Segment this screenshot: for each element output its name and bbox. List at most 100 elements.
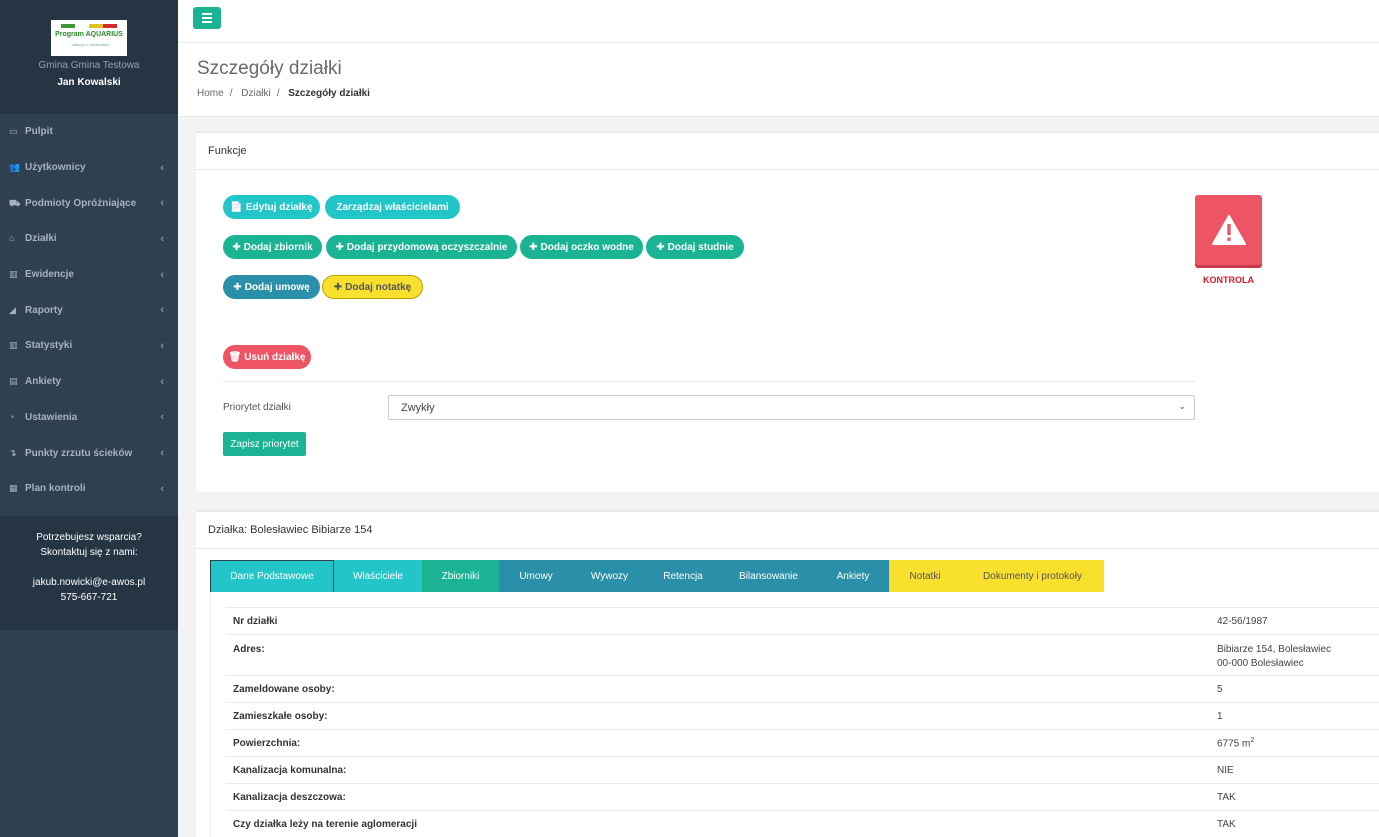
breadcrumb-current: Szczegóły działki — [288, 88, 370, 99]
row-key: Nr działki — [226, 607, 1210, 635]
tab-6[interactable]: Bilansowanie — [720, 560, 817, 592]
tab-1[interactable]: Właściciele — [334, 560, 422, 592]
chevron-left-icon: ‹ — [160, 232, 164, 245]
tab-0[interactable]: Dane Podstawowe — [210, 560, 334, 592]
sidebar-item-label: Pulpit — [25, 126, 53, 138]
sidebar: Program AQUARIUS ...dbamy o środowisko G… — [0, 0, 178, 837]
dashboard-icon: ◔ — [9, 411, 15, 422]
sidebar-nav: ▭ Pulpit 👥 Użytkownicy ‹ ⛟ Podmioty Opróżniają… — [0, 114, 178, 507]
add-well-button[interactable]: ✚ Dodaj studnie — [646, 235, 744, 259]
add-pond-button[interactable]: ✚ Dodaj oczko wodne — [520, 235, 643, 259]
sidebar-item-label: Użytkownicy — [25, 162, 86, 174]
profile-block: Program AQUARIUS ...dbamy o środowisko G… — [0, 0, 178, 114]
sidebar-item-8[interactable]: ◔ Ustawienia ‹ — [0, 400, 178, 436]
sidebar-item-3[interactable]: ⌂ Działki ‹ — [0, 221, 178, 257]
row-key: Zameldowane osoby: — [226, 675, 1210, 703]
sidebar-item-label: Podmioty Opróżniające — [25, 197, 137, 209]
support-phone: 575-667-721 — [60, 592, 118, 603]
row-key: Powierzchnia: — [226, 729, 1210, 757]
sidebar-item-2[interactable]: ⛟ Podmioty Opróżniające ‹ — [0, 185, 178, 221]
row-key: Adres: — [226, 634, 1210, 676]
sidebar-item-label: Punkty zrzutu ścieków — [25, 447, 133, 459]
plus-icon: ✚ — [529, 241, 538, 253]
breadcrumb-dzialki[interactable]: Działki — [241, 88, 270, 99]
topbar — [178, 0, 1379, 43]
chevron-down-icon: ⌄ — [1178, 401, 1186, 411]
sidebar-item-5[interactable]: ◢ Raporty ‹ — [0, 292, 178, 328]
aquarius-logo: Program AQUARIUS ...dbamy o środowisko — [51, 20, 127, 56]
sidebar-item-10[interactable]: ▦ Plan kontroli ‹ — [0, 471, 178, 507]
user-name: Jan Kowalski — [57, 77, 121, 88]
add-tank-button[interactable]: ✚ Dodaj zbiornik — [223, 235, 322, 259]
table-row: Zameldowane osoby: 5 — [226, 675, 1379, 703]
sidebar-item-0[interactable]: ▭ Pulpit — [0, 114, 178, 150]
sidebar-item-label: Raporty — [25, 304, 63, 316]
parcel-details: Nr działki 42-56/1987 Adres: Bibiarze 154, … — [210, 592, 1379, 837]
sidebar-item-label: Ustawienia — [25, 411, 78, 423]
sidebar-item-1[interactable]: 👥 Użytkownicy ‹ — [0, 150, 178, 186]
tab-3[interactable]: Umowy — [499, 560, 573, 592]
sidebar-item-4[interactable]: ▥ Ewidencje ‹ — [0, 257, 178, 293]
tab-9[interactable]: Dokumenty i protokoły — [961, 560, 1104, 592]
parcel-tabs: Dane Podstawowe Właściciele Zbiorniki Umowy… — [210, 560, 1104, 592]
plus-icon: ✚ — [233, 281, 242, 293]
sidebar-item-7[interactable]: ▤ Ankiety ‹ — [0, 364, 178, 400]
control-label: KONTROLA — [1203, 275, 1254, 285]
sidebar-item-label: Działki — [25, 233, 57, 245]
chevron-left-icon: ‹ — [160, 447, 164, 460]
tab-4[interactable]: Wywozy — [573, 560, 646, 592]
priority-select[interactable]: Zwykły ⌄ — [388, 395, 1195, 420]
truck-icon: ⛟ — [9, 197, 21, 208]
chevron-left-icon: ‹ — [160, 411, 164, 424]
breadcrumb-home[interactable]: Home — [197, 88, 224, 99]
control-button[interactable] — [1195, 195, 1262, 265]
delete-parcel-button[interactable]: 🗑 Usuń działkę — [223, 345, 311, 369]
row-value: Bibiarze 154, Bolesławiec 00-000 Bolesław… — [1210, 634, 1379, 676]
row-key: Czy działka leży na terenie aglomeracji — [226, 810, 1210, 837]
add-treatment-plant-button[interactable]: ✚ Dodaj przydomową oczyszczalnie — [326, 235, 517, 259]
page-title: Szczegóły działki — [197, 58, 342, 79]
tab-5[interactable]: Retencja — [646, 560, 720, 592]
table-row: Kanalizacja komunalna: NIE — [226, 756, 1379, 784]
add-contract-button[interactable]: ✚ Dodaj umowę — [223, 275, 320, 299]
table-row: Nr działki 42-56/1987 — [226, 607, 1379, 635]
menu-toggle-button[interactable] — [193, 7, 221, 29]
chevron-left-icon: ‹ — [160, 304, 164, 317]
edit-parcel-button[interactable]: 📄 Edytuj działkę — [223, 195, 320, 219]
row-key: Kanalizacja deszczowa: — [226, 783, 1210, 811]
row-value: 5 — [1210, 675, 1379, 703]
breadcrumb: Home / Działki / Szczegóły działki — [197, 88, 370, 99]
file-icon: ▤ — [9, 376, 18, 387]
support-box: Potrzebujesz wsparcia? Skontaktuj się z … — [0, 516, 178, 630]
support-line2: Skontaktuj się z nami: — [40, 547, 138, 558]
level-down-icon: ↴ — [9, 447, 17, 458]
support-email[interactable]: jakub.nowicki@e-awos.pl — [0, 575, 178, 590]
home-icon: ⌂ — [9, 233, 15, 244]
sidebar-item-9[interactable]: ↴ Punkty zrzutu ścieków ‹ — [0, 435, 178, 471]
plus-icon: ✚ — [656, 241, 665, 253]
save-priority-button[interactable]: Zapisz priorytet — [223, 432, 306, 456]
add-note-button[interactable]: ✚ Dodaj notatkę — [322, 275, 423, 299]
gmina-name: Gmina Gmina Testowa — [38, 60, 140, 71]
monitor-icon: ▭ — [9, 126, 18, 137]
sidebar-item-label: Ewidencje — [25, 269, 74, 281]
plus-icon: ✚ — [232, 241, 241, 253]
tab-2[interactable]: Zbiorniki — [422, 560, 499, 592]
sidebar-item-label: Plan kontroli — [25, 483, 86, 495]
area-chart-icon: ◢ — [9, 304, 16, 315]
manage-owners-button[interactable]: Zarządzaj właścicielami — [325, 195, 460, 219]
tab-8[interactable]: Notatki — [889, 560, 961, 592]
table-row: Adres: Bibiarze 154, Bolesławiec 00-000 Bo… — [226, 634, 1379, 676]
support-line1: Potrzebujesz wsparcia? — [36, 532, 142, 543]
tab-7[interactable]: Ankiety — [817, 560, 889, 592]
chevron-left-icon: ‹ — [160, 161, 164, 174]
row-value: TAK — [1210, 810, 1379, 837]
sidebar-item-label: Ankiety — [25, 376, 62, 388]
users-icon: 👥 — [9, 162, 21, 173]
table-row: Zamieszkałe osoby: 1 — [226, 702, 1379, 730]
divider — [223, 381, 1195, 382]
row-value: NIE — [1210, 756, 1379, 784]
sidebar-item-6[interactable]: ▥ Statystyki ‹ — [0, 328, 178, 364]
sidebar-item-label: Statystyki — [25, 340, 73, 352]
table-row: Kanalizacja deszczowa: TAK — [226, 783, 1379, 811]
